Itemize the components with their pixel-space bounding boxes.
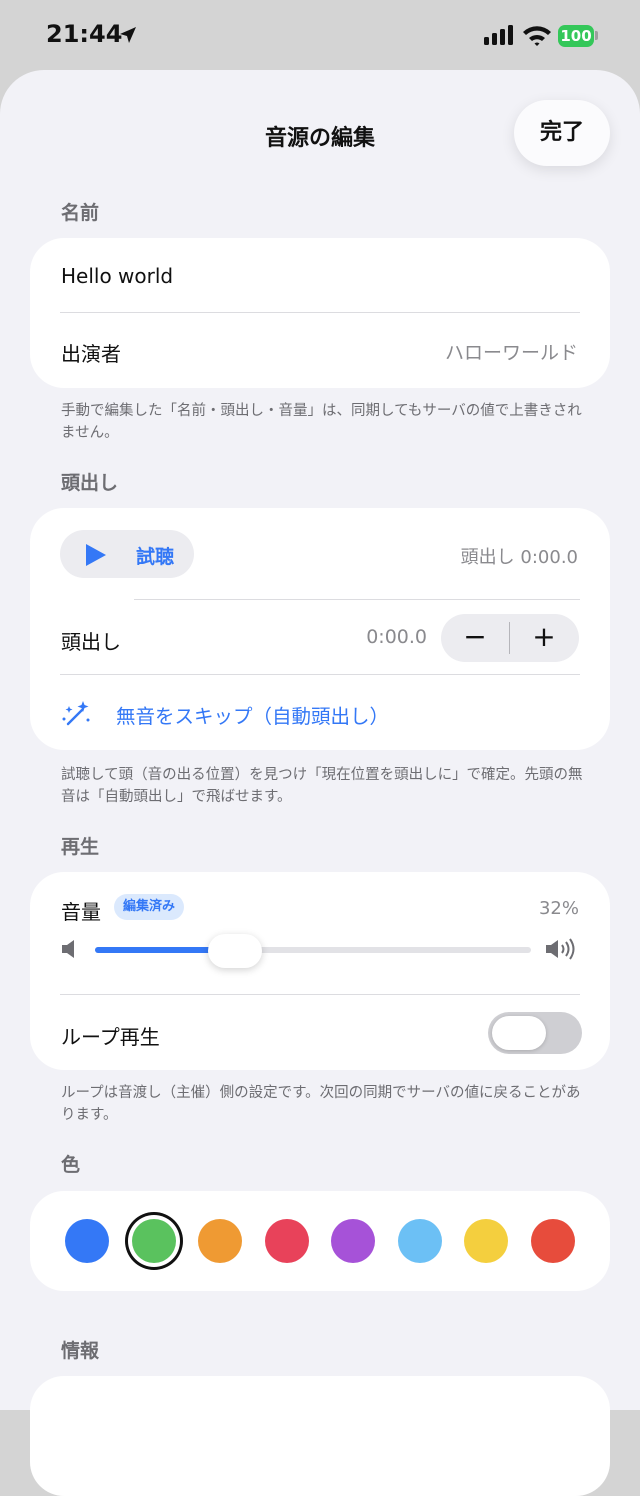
wifi-icon: [523, 26, 551, 46]
decrement-button[interactable]: −: [441, 614, 509, 662]
playback-section-label: 再生: [61, 836, 100, 858]
listen-button[interactable]: 試聴: [60, 530, 194, 578]
volume-label: 音量: [61, 900, 101, 924]
volume-slider[interactable]: [95, 947, 531, 953]
name-field[interactable]: Hello world: [61, 264, 173, 288]
playback-card: 音量 編集済み 32% ループ再生: [30, 872, 610, 1070]
cellular-signal-icon: [484, 25, 513, 45]
color-card: [30, 1191, 610, 1291]
performer-field[interactable]: ハローワールド: [445, 338, 578, 365]
volume-slider-thumb[interactable]: [208, 934, 262, 968]
play-icon: [86, 544, 106, 566]
status-time: 21:44: [46, 20, 123, 48]
color-swatch-blue[interactable]: [65, 1219, 109, 1263]
loop-toggle[interactable]: [488, 1012, 582, 1054]
info-card: [30, 1376, 610, 1496]
edit-sheet: 音源の編集 完了 名前 Hello world 出演者 ハローワールド 手動で編…: [0, 70, 640, 1496]
color-swatch-orange[interactable]: [198, 1219, 242, 1263]
name-card: Hello world 出演者 ハローワールド: [30, 238, 610, 388]
toggle-knob: [492, 1016, 546, 1050]
color-swatch-red[interactable]: [531, 1219, 575, 1263]
cue-card: 試聴 頭出し 0:00.0 頭出し 0:00.0 − + 無音をスキップ（自動頭…: [30, 508, 610, 750]
color-swatch-red-pink[interactable]: [265, 1219, 309, 1263]
cue-row-label: 頭出し: [61, 630, 121, 654]
divider: [60, 994, 580, 995]
volume-percent: 32%: [538, 898, 579, 919]
cue-readout: 頭出し 0:00.0: [460, 547, 578, 568]
increment-button[interactable]: +: [510, 614, 578, 662]
cue-footnote: 試聴して頭（音の出る位置）を見つけ「現在位置を頭出しに」で確定。先頭の無音は「自…: [61, 767, 583, 805]
color-section-label: 色: [61, 1154, 81, 1176]
color-swatch-green[interactable]: [132, 1219, 176, 1263]
volume-low-icon: [62, 940, 74, 958]
color-swatch-yellow[interactable]: [464, 1219, 508, 1263]
divider: [60, 312, 580, 313]
loop-label: ループ再生: [61, 1025, 160, 1049]
info-section-label: 情報: [61, 1340, 100, 1362]
magic-wand-icon: [62, 701, 90, 726]
playback-footnote: ループは音渡し（主催）側の設定です。次回の同期でサーバの値に戻ることがあります。: [61, 1085, 581, 1123]
cue-section-label: 頭出し: [61, 472, 119, 494]
auto-cue-label: 無音をスキップ（自動頭出し）: [116, 705, 390, 728]
edited-badge: 編集済み: [114, 894, 185, 920]
name-section-label: 名前: [61, 202, 100, 224]
cue-stepper: − +: [441, 614, 579, 662]
listen-label: 試聴: [136, 546, 175, 568]
battery-cap: [595, 31, 598, 40]
cue-value: 0:00.0: [366, 626, 427, 648]
battery-indicator: 100: [558, 25, 594, 47]
divider: [134, 599, 580, 600]
volume-high-icon: [546, 938, 575, 960]
name-footnote: 手動で編集した「名前・頭出し・音量」は、同期してもサーバの値で上書きされません。: [61, 403, 582, 441]
done-button[interactable]: 完了: [514, 100, 610, 166]
status-bar: 21:44 100: [0, 0, 640, 70]
location-arrow-icon: [120, 27, 136, 43]
color-swatch-light-blue[interactable]: [398, 1219, 442, 1263]
color-swatch-purple[interactable]: [331, 1219, 375, 1263]
divider: [60, 674, 580, 675]
performer-label: 出演者: [61, 342, 121, 366]
